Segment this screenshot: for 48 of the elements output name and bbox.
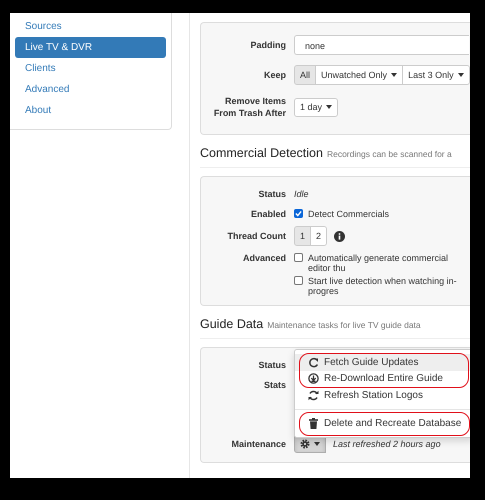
option-button[interactable]: 2 — [310, 226, 328, 246]
sidebar-item[interactable]: Live TV & DVR — [15, 37, 166, 58]
last-refreshed-text: Last refreshed 2 hours ago — [333, 438, 441, 448]
checkbox[interactable] — [294, 276, 303, 285]
download-icon — [308, 373, 319, 384]
menu-item[interactable]: Fetch Guide Updates — [295, 354, 470, 370]
checkbox-label: Detect Commercials — [308, 209, 390, 219]
refresh-icon — [308, 356, 319, 368]
section-subtitle: Maintenance tasks for live TV guide data — [267, 320, 421, 330]
padding-field[interactable]: none — [294, 35, 469, 55]
caret-icon — [458, 73, 464, 77]
check-icon — [295, 210, 302, 217]
checkbox-label: Automatically generate commercial editor thu — [308, 253, 450, 273]
option-button[interactable]: 1 — [294, 226, 312, 246]
sidebar-item[interactable]: About — [15, 100, 166, 121]
caret-icon — [326, 105, 332, 109]
menu-item[interactable]: Refresh Station Logos — [295, 387, 470, 404]
section-title: Commercial Detection — [200, 146, 323, 160]
menu-item[interactable]: Delete and Recreate Database — [295, 414, 470, 432]
caret-icon — [391, 73, 398, 77]
option-button[interactable]: Last 3 Only — [402, 65, 470, 85]
field-label: Keep — [262, 69, 286, 81]
field-label: Padding — [250, 39, 286, 51]
field-label: Advanced — [242, 252, 286, 265]
option-button[interactable]: All — [294, 65, 316, 85]
field-label: Status — [257, 359, 286, 371]
checkbox-label: Start live detection when watching in-progres — [308, 276, 458, 296]
status-value: Idle — [294, 189, 309, 199]
sidebar-item[interactable]: Advanced — [15, 79, 166, 100]
checkbox[interactable] — [294, 253, 303, 262]
section-subtitle: Recordings can be scanned for a — [326, 149, 452, 159]
trash-icon — [308, 418, 319, 429]
dropdown-button[interactable]: 1 day — [294, 98, 338, 116]
option-button[interactable]: Unwatched Only — [315, 65, 404, 85]
field-label: Status — [257, 188, 286, 200]
menu-item[interactable]: Re-Download Entire Guide — [295, 370, 470, 387]
field-label: Maintenance — [230, 438, 286, 450]
settings-icon — [300, 438, 310, 448]
sidebar-item[interactable]: Sources — [15, 16, 166, 37]
checkbox[interactable] — [294, 209, 303, 218]
field-label: Enabled — [250, 208, 286, 221]
sync-icon — [308, 390, 319, 401]
caret-icon — [314, 442, 320, 446]
section-title: Guide Data — [200, 317, 264, 331]
field-label: Stats — [262, 379, 286, 391]
sidebar-item[interactable]: Clients — [15, 58, 166, 79]
field-label: Thread Count — [226, 230, 286, 242]
field-label: Remove Items From Trash After — [212, 95, 286, 119]
